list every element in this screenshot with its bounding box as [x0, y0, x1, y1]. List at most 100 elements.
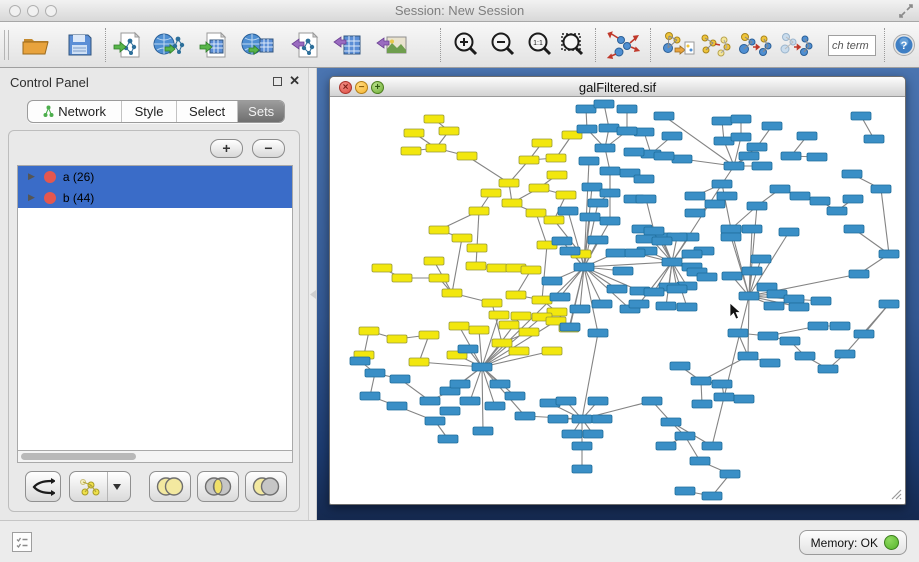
tab-sets[interactable]: Sets [238, 101, 284, 122]
task-history-button[interactable] [12, 532, 32, 552]
float-panel-icon[interactable] [273, 77, 282, 86]
network-frame[interactable]: × − + galFiltered.sif [329, 76, 906, 505]
toolbar-drag-handle[interactable] [4, 30, 9, 60]
open-folder-icon [21, 32, 51, 58]
hide-selection-icon [738, 30, 772, 60]
control-panel-header: Control Panel ✕ [0, 68, 308, 96]
set-color-icon [44, 192, 56, 204]
venn-union-icon [155, 476, 185, 497]
set-row-b[interactable]: ▶ b (44) [18, 187, 292, 208]
first-neighbors-button[interactable] [698, 28, 734, 62]
network-canvas[interactable] [330, 97, 905, 503]
set-color-icon [44, 171, 56, 183]
show-all-icon [779, 30, 813, 60]
tab-style[interactable]: Style [122, 101, 177, 122]
chevron-down-icon [113, 484, 121, 490]
tab-select[interactable]: Select [177, 101, 239, 122]
remove-set-button[interactable]: − [252, 139, 285, 158]
titlebar[interactable]: Session: New Session [0, 0, 919, 22]
disclosure-triangle-icon[interactable]: ▶ [28, 171, 35, 182]
scrollbar-thumb[interactable] [21, 453, 136, 460]
application-window: Session: New Session [0, 0, 919, 562]
search-input[interactable] [828, 35, 876, 56]
split-set-button[interactable] [25, 471, 61, 502]
control-panel: Control Panel ✕ Network Style Select [0, 68, 308, 520]
merge-sets-dropdown-button[interactable] [69, 471, 131, 502]
zoom-out-icon [489, 31, 517, 59]
status-bar: Memory: OK [0, 520, 919, 562]
split-arrows-icon [31, 477, 55, 497]
set-row-a[interactable]: ▶ a (26) [18, 166, 292, 187]
export-network-button[interactable] [288, 28, 324, 62]
import-network-url-icon [153, 31, 187, 59]
union-sets-button[interactable] [149, 471, 191, 502]
import-network-file-icon [113, 31, 143, 59]
main-toolbar: 1:1 [0, 22, 919, 68]
toolbar-separator [105, 28, 106, 62]
svg-text:1:1: 1:1 [533, 40, 543, 47]
window-title: Session: New Session [0, 3, 919, 18]
close-panel-icon[interactable]: ✕ [289, 73, 300, 89]
zoom-fit-button[interactable] [556, 28, 592, 62]
save-floppy-icon [67, 32, 93, 58]
import-table-file-button[interactable] [196, 28, 232, 62]
network-frame-title: galFiltered.sif [330, 80, 905, 95]
zoom-out-button[interactable] [485, 28, 521, 62]
import-table-file-icon [199, 31, 229, 59]
export-table-button[interactable] [330, 28, 366, 62]
horizontal-scrollbar[interactable] [17, 451, 293, 463]
network-from-selection-button[interactable] [660, 28, 696, 62]
memory-status-button[interactable]: Memory: OK [799, 530, 907, 555]
svg-text:?: ? [901, 40, 908, 52]
import-table-url-button[interactable] [240, 28, 276, 62]
panel-splitter[interactable] [308, 68, 317, 520]
toolbar-separator [884, 28, 885, 62]
sets-panel: + − ▶ a (26) ▶ b (44) [8, 130, 300, 512]
network-frame-titlebar[interactable]: × − + galFiltered.sif [330, 77, 905, 97]
open-session-button[interactable] [18, 28, 54, 62]
export-table-icon [333, 31, 363, 59]
toolbar-separator [650, 28, 651, 62]
export-image-icon [376, 31, 408, 59]
tab-network[interactable]: Network [28, 101, 122, 122]
help-icon: ? [892, 33, 916, 57]
zoom-fit-icon [560, 31, 588, 59]
fullscreen-icon[interactable] [899, 4, 913, 18]
zoom-actual-size-button[interactable]: 1:1 [522, 28, 558, 62]
hide-selection-button[interactable] [737, 28, 773, 62]
zoom-1-1-icon: 1:1 [526, 31, 554, 59]
zoom-in-button[interactable] [448, 28, 484, 62]
toolbar-separator [595, 28, 596, 62]
splitter-collapse-icon[interactable] [310, 290, 316, 299]
network-tab-icon [43, 105, 54, 118]
save-session-button[interactable] [62, 28, 98, 62]
control-panel-title: Control Panel [10, 75, 89, 90]
intersect-sets-button[interactable] [197, 471, 239, 502]
task-checklist-icon [16, 536, 29, 549]
merge-network-icon [77, 477, 103, 497]
zoom-in-icon [452, 31, 480, 59]
set-row-label: a (26) [63, 170, 94, 184]
export-image-button[interactable] [374, 28, 410, 62]
memory-label: Memory: OK [811, 536, 878, 550]
disclosure-triangle-icon[interactable]: ▶ [28, 192, 35, 203]
sets-list[interactable]: ▶ a (26) ▶ b (44) [17, 165, 293, 451]
dropdown-caret-zone[interactable] [107, 472, 127, 501]
apply-layout-button[interactable] [605, 28, 641, 62]
help-button[interactable]: ? [886, 28, 919, 62]
memory-ok-icon [884, 535, 899, 550]
network-graph[interactable] [330, 97, 905, 503]
import-network-url-button[interactable] [152, 28, 188, 62]
apply-layout-icon [606, 30, 640, 60]
control-panel-tabs: Network Style Select Sets [27, 100, 285, 123]
difference-sets-button[interactable] [245, 471, 287, 502]
resize-grip-icon[interactable] [888, 486, 902, 500]
mouse-cursor-icon [730, 303, 741, 319]
export-network-icon [291, 31, 321, 59]
venn-intersection-icon [203, 476, 233, 497]
add-set-button[interactable]: + [210, 139, 243, 158]
toolbar-separator [440, 28, 441, 62]
show-all-button[interactable] [778, 28, 814, 62]
import-table-url-icon [241, 31, 275, 59]
import-network-file-button[interactable] [110, 28, 146, 62]
